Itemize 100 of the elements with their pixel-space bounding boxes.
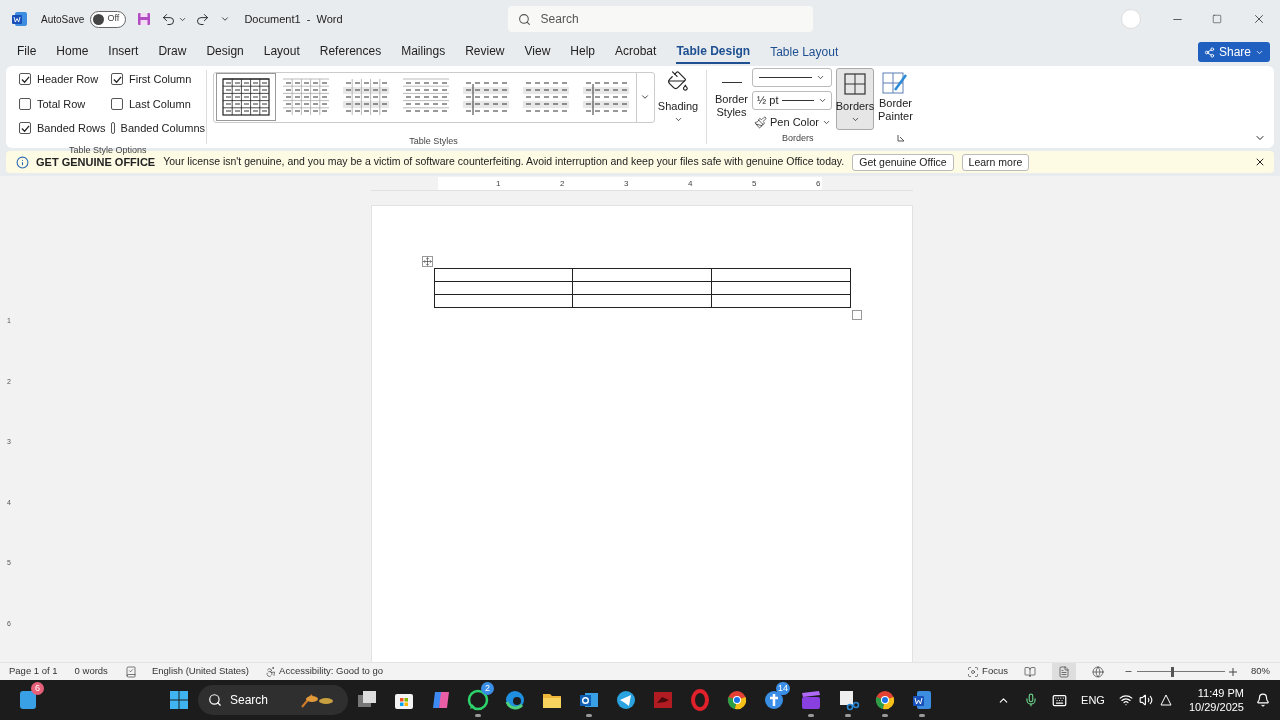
- border-painter-button[interactable]: Border Painter: [878, 68, 913, 131]
- language-status[interactable]: English (United States): [151, 664, 250, 679]
- close-icon[interactable]: [1252, 12, 1266, 26]
- notification-badge: 14: [776, 682, 790, 695]
- ruler-number: 5: [752, 177, 757, 190]
- table-cell[interactable]: [711, 268, 850, 282]
- globe-icon: [1092, 665, 1104, 678]
- focus-button[interactable]: Focus: [967, 664, 1008, 679]
- line-style-dropdown[interactable]: [752, 68, 833, 87]
- menu-tab[interactable]: View: [524, 40, 551, 64]
- info-bar-button[interactable]: Learn more: [961, 153, 1030, 171]
- zoom-level[interactable]: 80%: [1251, 664, 1270, 679]
- info-bar-button[interactable]: Get genuine Office: [852, 153, 954, 171]
- line-weight-dropdown[interactable]: ½ pt: [752, 91, 833, 110]
- menu-tab[interactable]: Acrobat: [615, 40, 657, 64]
- opera-icon: [688, 688, 712, 712]
- customize-icon[interactable]: [220, 14, 231, 24]
- checkbox-option[interactable]: Header Row: [19, 71, 111, 88]
- running-indicator: [882, 714, 888, 717]
- menu-tab[interactable]: Table Design: [676, 40, 751, 64]
- zoom-in-icon[interactable]: [1229, 667, 1237, 676]
- notification-badge: 6: [31, 682, 44, 695]
- table-cell[interactable]: [572, 281, 712, 295]
- menu-tab[interactable]: File: [17, 40, 37, 64]
- restore-icon[interactable]: [1212, 14, 1222, 24]
- autosave-label: AutoSave: [41, 12, 85, 27]
- keyboard-icon[interactable]: [1052, 692, 1068, 708]
- table-style-swatch[interactable]: [215, 73, 276, 122]
- zoom-thumb[interactable]: [1171, 666, 1174, 677]
- print-layout-button[interactable]: [1052, 663, 1076, 680]
- shading-button[interactable]: Shading: [654, 66, 702, 148]
- notification-icon[interactable]: [1256, 693, 1270, 707]
- window-title: Document1 - Word: [244, 11, 343, 27]
- word-logo-icon[interactable]: [12, 11, 28, 27]
- table-cell[interactable]: [711, 281, 850, 295]
- table-cell[interactable]: [572, 268, 712, 282]
- table-style-icon: [341, 78, 390, 117]
- proofing-icon[interactable]: [124, 665, 137, 678]
- accessibility-status[interactable]: Accessibility: Good to go: [279, 664, 384, 679]
- table-cell[interactable]: [711, 294, 850, 308]
- group-label: Table Style Options: [69, 143, 148, 157]
- taskbar-search-field[interactable]: Search: [198, 685, 348, 715]
- chrome-icon: [725, 688, 749, 712]
- menu-tab[interactable]: References: [319, 40, 382, 64]
- table-resize-handle[interactable]: [851, 310, 862, 320]
- menu-tab[interactable]: Help: [570, 40, 595, 64]
- checkbox-option[interactable]: Total Row: [19, 95, 111, 112]
- search-icon: [517, 12, 531, 26]
- pen-color-button[interactable]: Pen Color: [752, 114, 833, 131]
- table-cell[interactable]: [434, 268, 573, 282]
- running-indicator: [808, 714, 814, 717]
- checkbox-option[interactable]: First Column: [111, 71, 205, 88]
- borders-button[interactable]: Borders: [836, 68, 875, 130]
- microphone-icon[interactable]: [1024, 693, 1039, 707]
- word-count[interactable]: 0 words: [74, 664, 108, 679]
- menu-tab[interactable]: Design: [206, 40, 244, 64]
- share-button[interactable]: Share: [1197, 42, 1270, 62]
- redo-icon[interactable]: [195, 11, 211, 27]
- page-icon: [1058, 665, 1070, 678]
- checkbox-option[interactable]: Banded Columns: [111, 120, 205, 137]
- input-language[interactable]: ENG: [1081, 691, 1105, 709]
- menu-tab[interactable]: Draw: [158, 40, 187, 64]
- menu-tab[interactable]: Home: [56, 40, 89, 64]
- menu-tab[interactable]: Insert: [108, 40, 139, 64]
- table-cell[interactable]: [434, 294, 573, 308]
- notification-badge: 2: [481, 682, 494, 695]
- group-label: Borders: [782, 131, 814, 145]
- caret-icon: [816, 73, 826, 82]
- table-style-icon: [221, 78, 270, 117]
- borders-icon: [844, 73, 867, 95]
- close-icon[interactable]: [1254, 156, 1266, 168]
- running-indicator: [586, 714, 592, 717]
- focus-icon: [967, 665, 980, 678]
- volume-icon[interactable]: [1138, 693, 1153, 707]
- autosave-toggle[interactable]: Off: [90, 10, 127, 28]
- page-count[interactable]: Page 1 of 1: [9, 664, 58, 679]
- running-indicator: [919, 714, 925, 717]
- paper-plane-icon: [614, 688, 638, 712]
- menu-tab[interactable]: Review: [465, 40, 505, 64]
- info-icon: [16, 155, 29, 169]
- check-icon: [112, 74, 122, 84]
- zoom-slider[interactable]: [1137, 666, 1225, 677]
- border-styles-button[interactable]: Border Styles: [715, 68, 749, 131]
- clock[interactable]: 11:49 PM 10/29/2025: [1188, 686, 1244, 714]
- menu-tab[interactable]: Table Layout: [770, 40, 839, 64]
- ruler-number: 4: [688, 177, 693, 190]
- table-cell[interactable]: [434, 281, 573, 295]
- checkbox-option[interactable]: Banded Rows: [19, 120, 111, 137]
- running-indicator: [475, 714, 481, 717]
- menu-tab[interactable]: Layout: [263, 40, 300, 64]
- undo-icon[interactable]: [161, 11, 177, 27]
- dialog-launcher-icon[interactable]: [897, 134, 905, 143]
- table-cell[interactable]: [572, 294, 712, 308]
- menu-tab[interactable]: Mailings: [401, 40, 446, 64]
- wifi-icon[interactable]: [1118, 693, 1133, 707]
- save-icon[interactable]: [137, 12, 152, 26]
- table-move-handle-icon[interactable]: [421, 256, 433, 267]
- search-field[interactable]: Search: [507, 6, 813, 32]
- book-icon: [1024, 665, 1036, 678]
- checkbox-option[interactable]: Last Column: [111, 95, 205, 112]
